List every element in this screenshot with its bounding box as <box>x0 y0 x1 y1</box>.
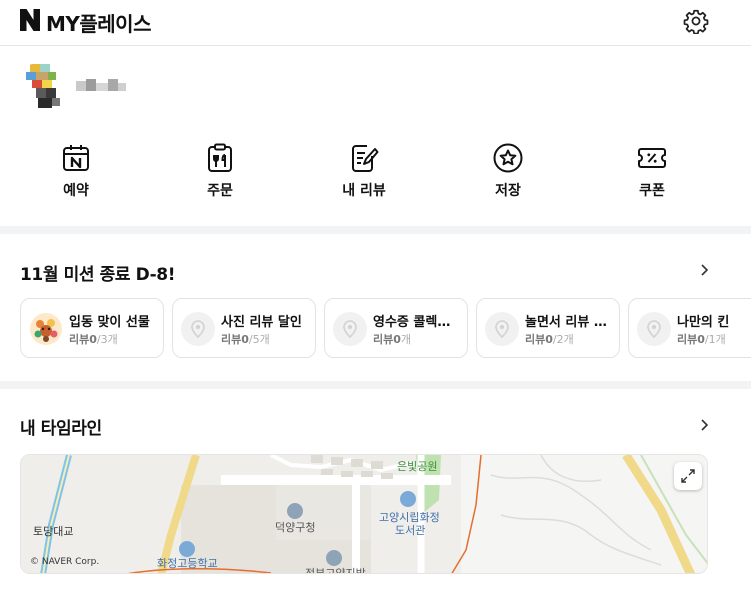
mission-progress: 리뷰0개 <box>373 333 412 346</box>
map-label-bridge: 토당대교 <box>33 525 74 538</box>
section-divider <box>0 226 751 234</box>
quick-item-label: 예약 <box>63 183 89 199</box>
mission-card[interactable]: 나만의 킨 리뷰0/1개 <box>628 298 751 358</box>
map-label-office: 정부고양지방 <box>305 567 366 574</box>
order-clipboard-icon <box>208 143 232 172</box>
quick-item-reservation[interactable]: 예약 <box>36 138 116 208</box>
chevron-right-icon[interactable] <box>698 418 710 432</box>
missions-title: 11월 미션 종료 D-8! <box>20 265 176 285</box>
coupon-icon <box>638 148 666 168</box>
gift-badge-icon <box>29 312 63 346</box>
map-label-library: 도서관 <box>395 524 426 537</box>
quick-item-label: 주문 <box>207 183 233 199</box>
username-blurred <box>76 77 126 95</box>
mission-card[interactable]: 놀면서 리뷰 … 리뷰0/2개 <box>476 298 620 358</box>
mission-card[interactable]: 사진 리뷰 달인 리뷰0/5개 <box>172 298 316 358</box>
avatar[interactable] <box>14 62 72 116</box>
mission-progress: 리뷰0/3개 <box>69 333 118 346</box>
quick-item-my-review[interactable]: 내 리뷰 <box>324 138 404 208</box>
mission-name: 사진 리뷰 달인 <box>221 315 302 330</box>
location-pin-icon <box>333 312 367 346</box>
map-label-gu-office: 덕양구청 <box>275 521 316 534</box>
mission-name: 입동 맞이 선물 <box>69 315 150 330</box>
mission-name: 영수증 콜렉… <box>373 315 451 330</box>
profile-section[interactable] <box>14 62 214 118</box>
mission-name: 나만의 킨 <box>677 315 730 330</box>
quick-item-label: 쿠폰 <box>639 183 665 199</box>
naver-n-logo-icon[interactable] <box>20 9 40 31</box>
page-title: MY플레이스 <box>46 12 152 36</box>
map-label-school: 화정고등학교 <box>157 557 218 570</box>
location-pin-icon <box>181 312 215 346</box>
mission-progress: 리뷰0/5개 <box>221 333 270 346</box>
location-pin-icon <box>485 312 519 346</box>
mission-progress: 리뷰0/2개 <box>525 333 574 346</box>
location-pin-icon <box>637 312 671 346</box>
timeline-title: 내 타임라인 <box>20 419 102 439</box>
map-copyright: © NAVER Corp. <box>30 557 100 567</box>
expand-icon <box>681 469 695 483</box>
star-icon <box>493 143 523 173</box>
quick-item-order[interactable]: 주문 <box>180 138 260 208</box>
quick-item-coupon[interactable]: 쿠폰 <box>612 138 692 208</box>
chevron-right-icon[interactable] <box>698 263 710 277</box>
quick-item-saved[interactable]: 저장 <box>468 138 548 208</box>
quick-menu: 예약 주문 내 리뷰 저장 쿠폰 <box>0 138 751 208</box>
quick-item-label: 저장 <box>495 183 521 199</box>
map-background <box>21 455 707 573</box>
settings-gear-icon[interactable] <box>683 8 709 34</box>
mission-card-list: 입동 맞이 선물 리뷰0/3개 사진 리뷰 달인 리뷰0/5개 영수증 콜렉… … <box>20 298 751 358</box>
quick-item-label: 내 리뷰 <box>342 183 386 199</box>
timeline-map[interactable]: 은빛공원 고양시립화정 도서관 덕양구청 토당대교 화정고등학교 정부고양지방 … <box>20 454 708 574</box>
mission-card[interactable]: 입동 맞이 선물 리뷰0/3개 <box>20 298 164 358</box>
map-label-park: 은빛공원 <box>397 460 438 473</box>
calendar-n-icon <box>63 145 89 171</box>
mission-name: 놀면서 리뷰 … <box>525 315 607 330</box>
map-expand-button[interactable] <box>674 462 702 490</box>
mission-card[interactable]: 영수증 콜렉… 리뷰0개 <box>324 298 468 358</box>
review-pen-icon <box>352 145 379 172</box>
app-header: MY플레이스 <box>0 0 751 46</box>
mission-progress: 리뷰0/1개 <box>677 333 726 346</box>
section-divider <box>0 381 751 389</box>
